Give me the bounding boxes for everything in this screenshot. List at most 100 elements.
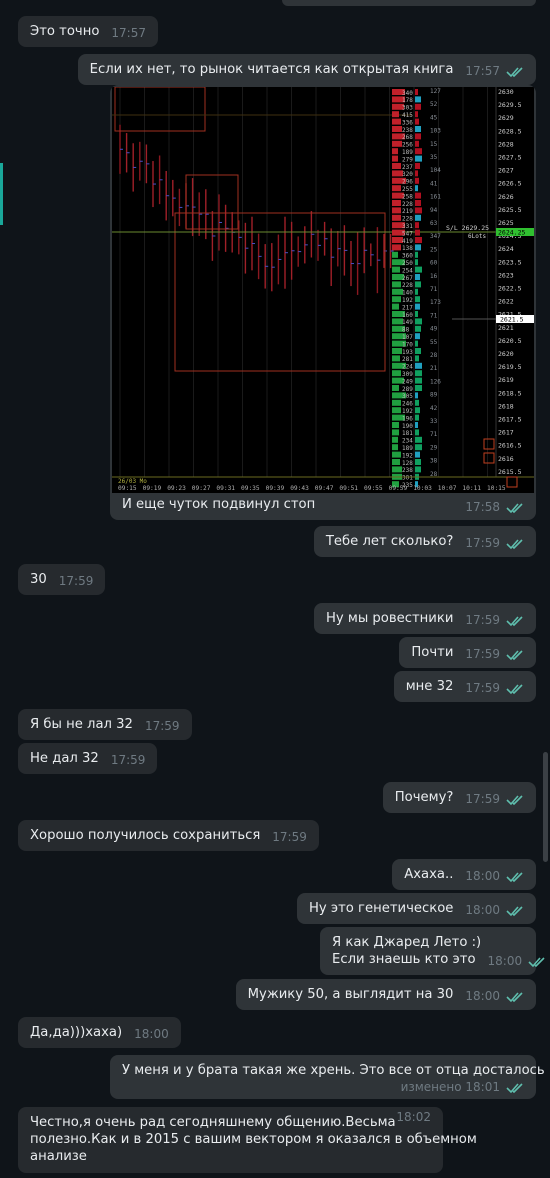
volume-label: 331: [402, 223, 413, 230]
volume-label: 255: [402, 186, 413, 193]
volume-bar: [392, 214, 401, 221]
price-label: 2627.5: [498, 154, 522, 162]
message-outgoing[interactable]: мне 32 17:59: [393, 671, 536, 702]
volume-label: 340: [402, 90, 413, 97]
delta-label: 347: [430, 233, 441, 240]
delta-bar: [415, 237, 422, 243]
delta-bar: [415, 296, 420, 303]
volume-label: 309: [402, 371, 413, 378]
time-label: 09:23: [167, 485, 186, 492]
delta-bar: [415, 399, 419, 406]
chat-scrollbar[interactable]: [543, 752, 548, 862]
message-text-line: Я как Джаред Лето :): [332, 935, 482, 950]
volume-label: 219: [402, 208, 413, 215]
message-outgoing[interactable]: Ахаха.. 18:00: [392, 859, 536, 890]
delta-label: 127: [430, 88, 441, 95]
message-text: Да,да)))хаха): [30, 1025, 123, 1040]
message-time: 17:59: [465, 647, 500, 661]
message-outgoing[interactable]: Ну это генетическое 18:00: [296, 893, 536, 924]
delta-bar: [415, 229, 420, 236]
message-outgoing[interactable]: Почти 17:59: [399, 637, 536, 668]
message-incoming[interactable]: Я бы не лал 32 17:59: [18, 709, 192, 740]
message-incoming[interactable]: Да,да)))хаха) 18:00: [18, 1017, 181, 1048]
price-label: 2625: [498, 219, 514, 227]
message-meta: 17:58: [465, 500, 524, 514]
delta-label: 25: [430, 246, 438, 253]
price-label: 2626: [498, 193, 514, 201]
price-label: 2624: [498, 245, 514, 253]
message-incoming[interactable]: Честно,я очень рад сегодняшнему общению.…: [18, 1107, 477, 1173]
volume-label: 170: [402, 341, 413, 348]
delta-label: 126: [430, 378, 441, 385]
volume-bar: [392, 148, 398, 155]
message-incoming[interactable]: Это точно 17:57: [18, 16, 158, 47]
message-outgoing[interactable]: У меня и у брата такая же хрень. Это все…: [110, 1055, 545, 1099]
delta-bar: [415, 207, 422, 214]
message-outgoing[interactable]: Мужику 50, а выглядит на 30 18:00: [235, 979, 536, 1010]
message-outgoing[interactable]: Почему? 17:59: [382, 782, 536, 813]
volume-label: 228: [402, 216, 413, 223]
date-label: 26/03 Mo: [118, 478, 147, 485]
time-label: 10:03: [413, 485, 432, 492]
delta-bar: [415, 281, 421, 288]
message-text-line: Честно,я очень рад сегодняшнему общению.…: [30, 1115, 396, 1130]
delta-label: 49: [430, 326, 438, 333]
delta-bar: [415, 340, 418, 347]
read-checkmarks-icon: [506, 67, 523, 78]
volume-bar: [392, 355, 400, 362]
price-label: 2619.5: [498, 363, 522, 371]
volume-label: 258: [402, 193, 413, 200]
price-label: 2626.5: [498, 180, 522, 188]
message-text: Не дал 32: [30, 751, 99, 766]
delta-bar: [415, 266, 422, 273]
price-label: 2620.5: [498, 337, 522, 345]
message-text: мне 32: [405, 679, 454, 694]
previous-message-stub: [282, 0, 536, 6]
delta-bar: [415, 259, 418, 266]
delta-bar: [415, 370, 422, 377]
delta-label: 173: [430, 299, 441, 306]
time-label: 09:35: [241, 485, 260, 492]
message-incoming[interactable]: 30 17:59: [18, 564, 106, 595]
volume-label: 320: [402, 171, 413, 178]
lots-label: 6Lots: [468, 233, 486, 240]
message-time: 18:00: [465, 989, 500, 1003]
message-time: 18:02: [396, 1110, 431, 1124]
trading-chart-image[interactable]: 340 178 303 415 336 238 268 256 189 279 237 320 296 2…: [112, 87, 534, 493]
delta-bar: [415, 185, 418, 192]
message-incoming[interactable]: Не дал 32 17:59: [18, 743, 158, 774]
price-label: 2622: [498, 298, 514, 306]
message-outgoing[interactable]: Ну мы ровестники 17:59: [313, 603, 536, 634]
time-label: 09:19: [143, 485, 162, 492]
volume-label: 178: [402, 97, 413, 104]
volume-bar: [392, 444, 398, 451]
delta-bar: [415, 126, 421, 132]
delta-bar: [415, 96, 421, 103]
chart-tool-icon: [483, 438, 495, 450]
volume-label: 250: [402, 260, 413, 267]
message-time: 17:57: [465, 64, 500, 78]
image-caption: И еще чуток подвинул стоп: [122, 497, 316, 512]
delta-bar: [415, 148, 422, 155]
delta-bar: [415, 244, 421, 251]
message-time: 18:00: [487, 954, 523, 968]
read-checkmarks-icon: [506, 650, 523, 661]
message-outgoing-image[interactable]: 340 178 303 415 336 238 268 256 189 279 237 320 296 2…: [110, 85, 536, 520]
volume-label: 238: [402, 127, 413, 134]
volume-label: 249: [402, 378, 413, 385]
message-outgoing[interactable]: Я как Джаред Лето :) Если знаешь кто это…: [320, 927, 545, 975]
delta-label: 15: [430, 141, 438, 148]
delta-label: 33: [430, 418, 438, 425]
volume-label: 140: [402, 290, 413, 297]
delta-bar: [415, 414, 419, 421]
volume-label: 228: [402, 282, 413, 289]
delta-label: 71: [430, 286, 438, 293]
message-incoming[interactable]: Хорошо получилось сохраниться 17:59: [18, 820, 319, 851]
message-text: 30: [30, 572, 47, 587]
message-outgoing[interactable]: Если их нет, то рынок читается как откры…: [77, 54, 536, 85]
volume-label: 234: [402, 438, 413, 445]
volume-bar: [392, 429, 399, 436]
message-outgoing[interactable]: Тебе лет сколько? 17:59: [313, 526, 536, 557]
delta-bar: [415, 444, 422, 451]
volume-label: 305: [402, 393, 413, 400]
